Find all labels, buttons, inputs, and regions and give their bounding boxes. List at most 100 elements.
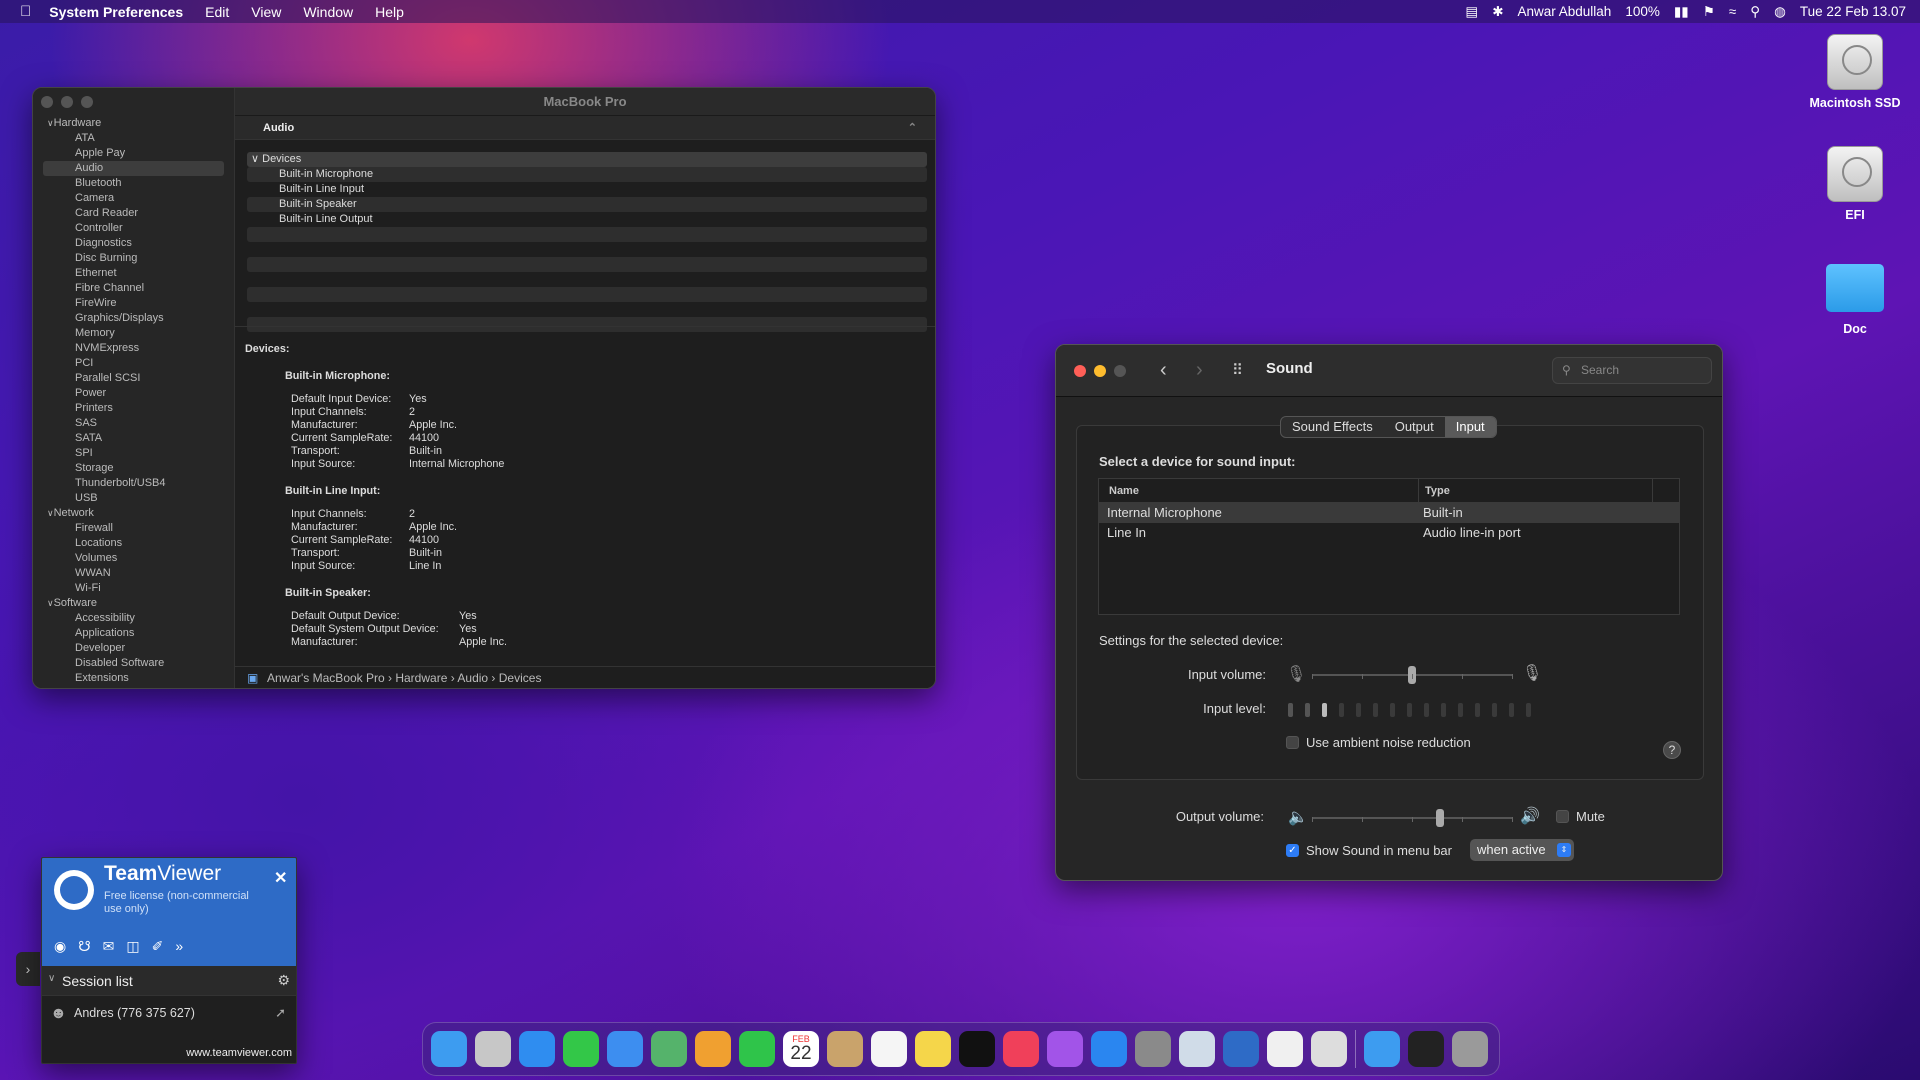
sidebar-item[interactable]: Fibre Channel <box>33 281 234 296</box>
dock-app-printer-icon[interactable] <box>1311 1031 1347 1067</box>
sidebar-item[interactable]: SPI <box>33 446 234 461</box>
control-center-icon[interactable]: ◍ <box>1774 4 1786 20</box>
menu-edit[interactable]: Edit <box>205 4 229 20</box>
dock-app-app-store-icon[interactable] <box>1091 1031 1127 1067</box>
dock-app-finder-icon[interactable] <box>431 1031 467 1067</box>
dock-app-tv-icon[interactable] <box>959 1031 995 1067</box>
list-item[interactable]: Built-in Line Input <box>247 182 927 197</box>
sidebar-item[interactable]: ATA <box>33 131 234 146</box>
apple-icon[interactable]:  <box>20 3 31 20</box>
dock-app-textedit-icon[interactable] <box>1267 1031 1303 1067</box>
chevron-up-icon[interactable]: ⌃ <box>908 116 917 140</box>
sidebar-item[interactable]: Applications <box>33 626 234 641</box>
sidebar-item[interactable]: Bluetooth <box>33 176 234 191</box>
battery-percent[interactable]: 100% <box>1625 4 1660 19</box>
dock-app-teamviewer-icon[interactable] <box>1223 1031 1259 1067</box>
sidebar-item[interactable]: Storage <box>33 461 234 476</box>
dock-app-maps-icon[interactable] <box>651 1031 687 1067</box>
headset-icon[interactable]: ☋ <box>78 938 90 955</box>
dock-app-messages-icon[interactable] <box>563 1031 599 1067</box>
dock-app-trash-icon[interactable] <box>1452 1031 1488 1067</box>
list-item[interactable]: Built-in Speaker <box>247 197 927 212</box>
more-icon[interactable]: » <box>175 938 183 955</box>
sidebar-item[interactable]: Extensions <box>33 671 234 686</box>
zoom-button[interactable] <box>81 96 93 108</box>
column-name[interactable]: Name <box>1099 479 1419 502</box>
panel-expand-icon[interactable]: › <box>16 952 40 986</box>
dock-app-system-preferences-icon[interactable] <box>1135 1031 1171 1067</box>
session-list-header[interactable]: ∨ Session list ⚙ <box>42 966 296 996</box>
desktop-icon-doc[interactable]: Doc <box>1800 258 1910 336</box>
dock-app-contacts-icon[interactable] <box>827 1031 863 1067</box>
desktop-icon-macintosh-ssd[interactable]: Macintosh SSD <box>1800 34 1910 110</box>
sidebar-item[interactable]: NVMExpress <box>33 341 234 356</box>
ambient-noise-checkbox[interactable] <box>1286 736 1299 749</box>
file-icon[interactable]: ◫ <box>126 938 139 955</box>
search-input[interactable]: Search <box>1552 357 1712 384</box>
sidebar-item[interactable]: Thunderbolt/USB4 <box>33 476 234 491</box>
sidebar-group[interactable]: Software <box>33 596 234 611</box>
tab-output[interactable]: Output <box>1384 417 1445 437</box>
list-item[interactable]: Built-in Line Output <box>247 212 927 227</box>
tab-sound-effects[interactable]: Sound Effects <box>1281 417 1384 437</box>
sidebar-item[interactable]: Camera <box>33 191 234 206</box>
sidebar-item[interactable]: Memory <box>33 326 234 341</box>
breadcrumb-item[interactable]: Anwar's MacBook Pro <box>267 671 385 685</box>
menu-app-name[interactable]: System Preferences <box>49 4 183 20</box>
sidebar-item[interactable]: Locations <box>33 536 234 551</box>
breadcrumb-item[interactable]: Devices <box>499 671 542 685</box>
sidebar-item[interactable]: SAS <box>33 416 234 431</box>
sidebar-item[interactable]: Parallel SCSI <box>33 371 234 386</box>
sidebar-group[interactable]: Hardware <box>33 116 234 131</box>
help-button[interactable]: ? <box>1663 741 1681 759</box>
dock-app-notes-icon[interactable] <box>915 1031 951 1067</box>
video-icon[interactable]: ◉ <box>54 938 66 955</box>
forward-arrow-icon[interactable]: › <box>1196 359 1203 382</box>
breadcrumb-item[interactable]: Hardware <box>395 671 447 685</box>
minimize-button[interactable] <box>61 96 73 108</box>
mute-checkbox[interactable] <box>1556 810 1569 823</box>
table-row[interactable]: Internal Microphone Built-in <box>1099 503 1679 523</box>
column-type[interactable]: Type <box>1419 479 1653 502</box>
sidebar-item[interactable]: SATA <box>33 431 234 446</box>
dock-app-launchpad-icon[interactable] <box>475 1031 511 1067</box>
menu-view[interactable]: View <box>251 4 281 20</box>
sidebar-item[interactable]: Disc Burning <box>33 251 234 266</box>
close-icon[interactable]: ✕ <box>274 868 287 888</box>
wifi-icon[interactable]: ≈ <box>1729 4 1736 19</box>
sidebar-item[interactable]: Diagnostics <box>33 236 234 251</box>
dock-app-downloads-icon[interactable] <box>1364 1031 1400 1067</box>
sidebar-item[interactable]: Audio <box>43 161 224 176</box>
grid-icon[interactable]: ⠿ <box>1232 361 1243 379</box>
back-arrow-icon[interactable]: ‹ <box>1160 359 1167 382</box>
dock-app-reminders-icon[interactable] <box>871 1031 907 1067</box>
menubar-visibility-select[interactable]: when active ⇕ <box>1470 839 1574 861</box>
input-flag-icon[interactable]: ⚑ <box>1703 4 1715 20</box>
user-name[interactable]: Anwar Abdullah <box>1518 4 1612 19</box>
sidebar-item[interactable]: Disabled Software <box>33 656 234 671</box>
sidebar-item[interactable]: USB <box>33 491 234 506</box>
search-icon[interactable]: ⚲ <box>1750 4 1760 20</box>
sidebar-item[interactable]: Firewall <box>33 521 234 536</box>
sidebar-item[interactable]: Apple Pay <box>33 146 234 161</box>
dock-app-terminal-icon[interactable] <box>1408 1031 1444 1067</box>
breadcrumb-item[interactable]: Audio <box>457 671 488 685</box>
close-button[interactable] <box>1074 365 1086 377</box>
sidebar-item[interactable]: Printers <box>33 401 234 416</box>
gear-icon[interactable]: ⚙ <box>277 972 290 989</box>
output-volume-slider-thumb[interactable] <box>1436 809 1444 827</box>
sidebar-item[interactable]: Graphics/Displays <box>33 311 234 326</box>
minimize-button[interactable] <box>1094 365 1106 377</box>
zoom-button[interactable] <box>1114 365 1126 377</box>
sidebar-item[interactable]: Ethernet <box>33 266 234 281</box>
whiteboard-icon[interactable]: ✐ <box>152 938 164 955</box>
chat-icon[interactable]: ✉ <box>103 938 115 955</box>
list-group-devices[interactable]: ∨ Devices <box>247 152 927 167</box>
dock-app-safari-icon[interactable] <box>519 1031 555 1067</box>
bluetooth-icon[interactable]: ✱ <box>1492 4 1503 20</box>
tab-input[interactable]: Input <box>1444 417 1496 437</box>
teamviewer-url[interactable]: www.teamviewer.com <box>186 1047 292 1059</box>
dock-app-photos-icon[interactable] <box>695 1031 731 1067</box>
menu-help[interactable]: Help <box>375 4 404 20</box>
list-item[interactable]: Built-in Microphone <box>247 167 927 182</box>
